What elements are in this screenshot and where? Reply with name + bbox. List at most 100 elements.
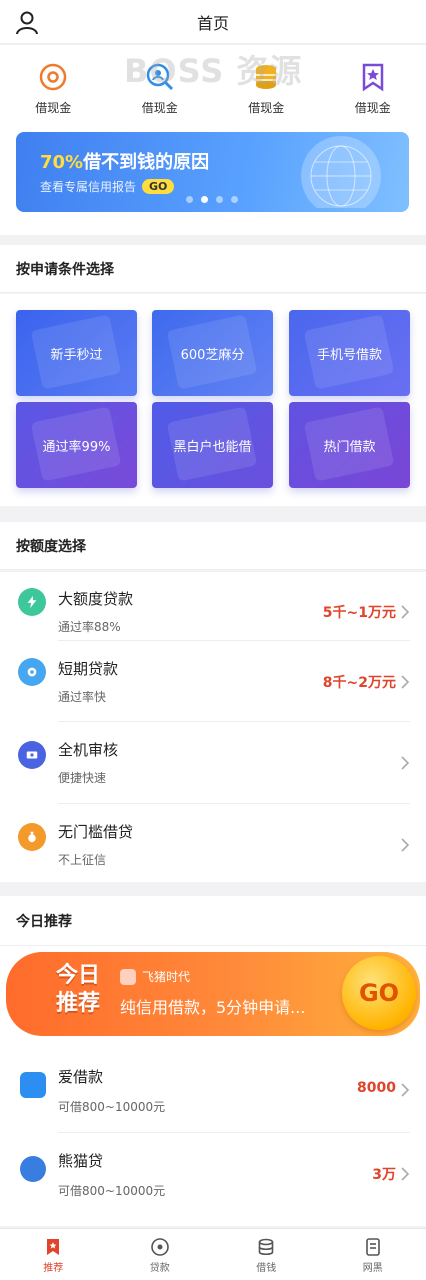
list-item[interactable]: 全机审核 便捷快速 <box>0 723 426 803</box>
section-title-amount: 按额度选择 <box>0 522 426 570</box>
recommend-brand: 飞猪时代 <box>120 968 190 985</box>
banner-dot[interactable] <box>216 196 223 203</box>
tab-label: 借钱 <box>256 1263 277 1274</box>
item-name: 全机审核 <box>58 741 119 759</box>
item-name: 熊猫贷 <box>58 1152 104 1170</box>
bookmark-star-icon <box>47 1239 60 1255</box>
quick-entry-label: 借现金 <box>248 101 285 115</box>
tab-label: 网黑 <box>362 1263 383 1274</box>
item-name: 爱借款 <box>58 1068 104 1086</box>
chevron-right-icon <box>401 756 410 770</box>
tile-label: 600芝麻分 <box>180 347 245 363</box>
tile-new-user[interactable]: 新手秒过 <box>16 310 137 396</box>
tab-label: 贷款 <box>149 1263 170 1274</box>
banner-highlight: 70% <box>40 152 84 173</box>
user-icon[interactable] <box>14 10 40 36</box>
item-amount: 3万 <box>372 1167 396 1183</box>
pig-logo-icon <box>120 968 136 985</box>
tile-label: 热门借款 <box>323 439 376 455</box>
item-amount: 5千~1万元 <box>322 605 396 621</box>
item-amount: 8000 <box>357 1080 396 1096</box>
chevron-right-icon <box>401 605 410 619</box>
credit-report-banner[interactable]: 70%借不到钱的原因 查看专属信用报告 GO <box>16 132 409 212</box>
home-page: 首页 借现金 借现金 借现金 借现金 70%借不到钱的原因 查看专属信用报告 G… <box>0 0 426 1280</box>
chevron-right-icon <box>401 1167 410 1181</box>
circle-dot-icon <box>150 1238 169 1256</box>
list-item[interactable]: 爱借款 可借800~10000元 8000 <box>0 1050 426 1132</box>
banner-dot-active[interactable] <box>201 196 208 203</box>
chevron-right-icon <box>401 1083 410 1097</box>
banner-title-rest: 借不到钱的原因 <box>83 152 210 173</box>
document-icon <box>365 1238 380 1256</box>
top-header: 首页 <box>0 0 426 44</box>
aijiekuan-logo-icon <box>20 1072 46 1098</box>
recommend-go-button[interactable]: GO <box>342 956 416 1030</box>
recommend-banner[interactable]: 今日 推荐 飞猪时代 纯信用借款，5分钟申请... GO <box>6 952 420 1036</box>
tile-phone-loan[interactable]: 手机号借款 <box>289 310 410 396</box>
section-title-recommend: 今日推荐 <box>0 896 426 946</box>
money-bag-icon <box>18 823 46 851</box>
section-title-conditions: 按申请条件选择 <box>0 245 426 293</box>
item-sub: 通过率88% <box>58 620 121 634</box>
tile-label: 通过率99% <box>42 439 111 455</box>
item-amount: 8千~2万元 <box>322 675 396 691</box>
id-card-icon <box>18 741 46 769</box>
quick-entry-cash-1[interactable]: 借现金 <box>0 61 107 116</box>
item-sub: 通过率快 <box>58 690 107 704</box>
tab-blacklist[interactable]: 网黑 <box>320 1229 426 1280</box>
brand-name: 飞猪时代 <box>142 970 191 984</box>
tile-pass-rate[interactable]: 通过率99% <box>16 402 137 488</box>
tab-label: 推荐 <box>43 1263 64 1274</box>
lightning-icon <box>18 588 46 616</box>
condition-tiles: 新手秒过 600芝麻分 手机号借款 通过率99% 黑白户也能借 热门借款 <box>0 294 426 506</box>
globe-illustration <box>301 136 381 208</box>
tile-sesame-600[interactable]: 600芝麻分 <box>152 310 273 396</box>
banner-subtitle: 查看专属信用报告 <box>40 180 137 194</box>
recommend-section: 今日 推荐 飞猪时代 纯信用借款，5分钟申请... GO 爱借款 可借800~1… <box>0 946 426 1226</box>
item-name: 无门槛借贷 <box>58 823 134 841</box>
chevron-right-icon <box>401 675 410 689</box>
coin-stack-icon <box>258 1238 274 1256</box>
amount-list: 大额度贷款 通过率88% 5千~1万元 短期贷款 通过率快 8千~2万元 全机审… <box>0 572 426 882</box>
item-sub: 不上征信 <box>58 853 107 867</box>
item-sub: 便捷快速 <box>58 771 107 785</box>
quick-entry-label: 借现金 <box>141 101 178 115</box>
page-title: 首页 <box>196 13 229 33</box>
list-item[interactable]: 大额度贷款 通过率88% 5千~1万元 <box>0 572 426 640</box>
list-item[interactable]: 短期贷款 通过率快 8千~2万元 <box>0 642 426 720</box>
tile-label: 新手秒过 <box>50 347 103 363</box>
bookmark-star-icon <box>362 63 383 92</box>
recommend-text: 纯信用借款，5分钟申请... <box>120 998 306 1017</box>
banner-subtitle-row: 查看专属信用报告 GO <box>40 178 175 195</box>
tab-recommend[interactable]: 推荐 <box>0 1229 107 1280</box>
banner-pagination <box>186 196 238 203</box>
recommend-badge: 今日 推荐 <box>42 962 114 1026</box>
orange-target-icon <box>40 63 67 91</box>
bottom-tab-bar: 推荐 贷款 借钱 网黑 <box>0 1228 426 1280</box>
item-name: 大额度贷款 <box>58 590 134 608</box>
tab-loans[interactable]: 贷款 <box>107 1229 214 1280</box>
item-name: 短期贷款 <box>58 660 119 678</box>
banner-title: 70%借不到钱的原因 <box>40 148 209 174</box>
clock-coin-icon <box>18 658 46 686</box>
item-sub: 可借800~10000元 <box>58 1100 166 1114</box>
list-item[interactable]: 熊猫贷 可借800~10000元 3万 <box>0 1134 426 1216</box>
quick-entry-label: 借现金 <box>354 101 391 115</box>
tab-borrow[interactable]: 借钱 <box>213 1229 320 1280</box>
watermark-logo: BOSS 资源 <box>124 52 303 90</box>
banner-go-button[interactable]: GO <box>142 179 175 194</box>
chevron-right-icon <box>401 838 410 852</box>
tile-label: 手机号借款 <box>316 347 382 363</box>
banner-dot[interactable] <box>231 196 238 203</box>
banner-dot[interactable] <box>186 196 193 203</box>
tile-label: 黑白户也能借 <box>173 439 252 455</box>
item-sub: 可借800~10000元 <box>58 1184 166 1198</box>
panda-logo-icon <box>20 1156 46 1182</box>
badge-line: 推荐 <box>55 991 100 1016</box>
tile-any-credit[interactable]: 黑白户也能借 <box>152 402 273 488</box>
quick-entry-cash-4[interactable]: 借现金 <box>320 61 426 116</box>
tile-hot-loans[interactable]: 热门借款 <box>289 402 410 488</box>
list-item[interactable]: 无门槛借贷 不上征信 <box>0 805 426 882</box>
badge-line: 今日 <box>55 963 100 988</box>
quick-entry-label: 借现金 <box>35 101 72 115</box>
